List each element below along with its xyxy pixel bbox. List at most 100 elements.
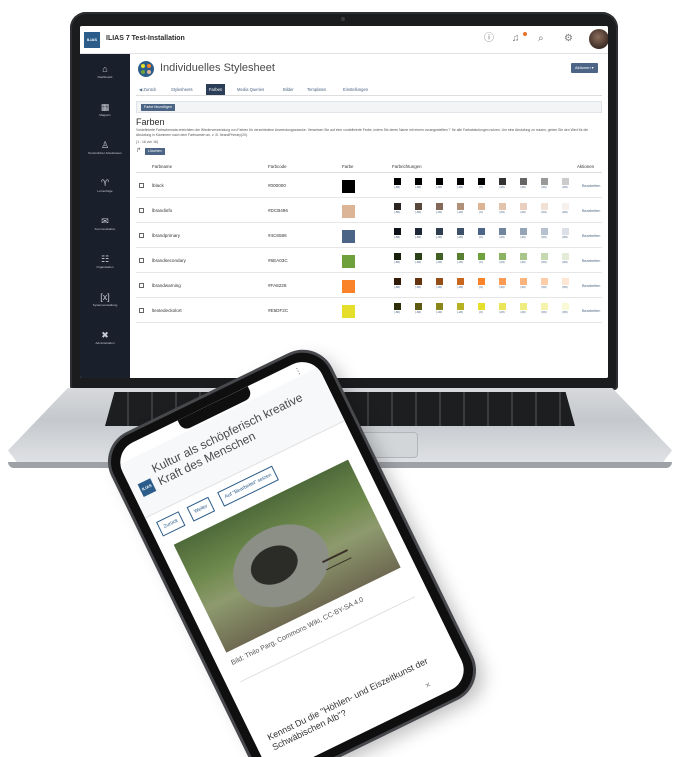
shade-label: (-80) — [393, 235, 401, 239]
shade-color — [477, 278, 485, 285]
tab-back[interactable]: ◀ Zurück — [136, 84, 159, 95]
section-description: Vordefinierte Farbschemata erleichtern d… — [136, 128, 589, 137]
shade-label: (-20) — [456, 260, 464, 264]
tab-media-queries[interactable]: Media Queries — [234, 84, 267, 95]
shade-color — [498, 178, 506, 185]
tab-settings[interactable]: Einstellungen — [340, 84, 371, 95]
edit-link[interactable]: Bearbeiten — [582, 224, 600, 248]
shade-label: (-40) — [435, 260, 443, 264]
color-swatch — [342, 230, 355, 243]
sidebar-item-achievements[interactable]: ♈ Lernerfolge — [80, 172, 130, 206]
edit-link[interactable]: Bearbeiten — [582, 174, 600, 198]
edit-link[interactable]: Bearbeiten — [582, 199, 600, 223]
edit-link[interactable]: Bearbeiten — [582, 274, 600, 298]
shade-swatch: (40) — [518, 303, 528, 315]
shade-label: (-60) — [414, 210, 422, 214]
shade-label: (0) — [479, 310, 483, 314]
shade-color — [561, 178, 569, 185]
delete-button[interactable]: Löschen — [145, 148, 165, 155]
user-tools-icon[interactable]: ⚙ — [564, 32, 573, 46]
sidebar-item-communication[interactable]: ✉ Kommunikation — [80, 210, 130, 244]
avatar[interactable] — [589, 29, 608, 49]
column-header-code[interactable]: Farbcode — [268, 161, 287, 173]
shade-swatch: (-20) — [455, 278, 465, 290]
shade-color — [414, 203, 422, 210]
shade-label: (40) — [520, 285, 526, 289]
shade-swatch: (80) — [560, 253, 570, 265]
shade-swatch: (80) — [560, 303, 570, 315]
shade-color — [540, 253, 548, 260]
sidebar-item-organisation[interactable]: ☷ Organisation — [80, 248, 130, 282]
row-checkbox[interactable] — [139, 208, 144, 213]
phone-ilias-logo[interactable]: ILIAS — [137, 478, 157, 498]
shade-swatch: (-60) — [413, 303, 423, 315]
color-code: #FA8228 — [268, 283, 287, 288]
shade-swatch: (-20) — [455, 228, 465, 240]
shade-label: (40) — [520, 185, 526, 189]
shade-label: (-60) — [414, 260, 422, 264]
edit-link[interactable]: Bearbeiten — [582, 299, 600, 323]
edit-link[interactable]: Bearbeiten — [582, 249, 600, 273]
column-header-name[interactable]: Farbname — [152, 161, 172, 173]
shade-swatch: (60) — [539, 228, 549, 240]
notification-icon[interactable]: ♫ — [512, 32, 520, 46]
shade-color — [561, 278, 569, 285]
row-checkbox[interactable] — [139, 308, 144, 313]
shade-label: (40) — [520, 310, 526, 314]
shade-label: (60) — [541, 185, 547, 189]
shade-label: (20) — [499, 260, 505, 264]
tab-templates[interactable]: Templates — [304, 84, 329, 95]
shade-color — [519, 278, 527, 285]
sidebar-item-dashboard[interactable]: ⌂ Dashboard — [80, 58, 130, 92]
section-title: Farben — [136, 117, 165, 127]
shade-swatch: (20) — [497, 228, 507, 240]
row-checkbox[interactable] — [139, 258, 144, 263]
sidebar-item-administration[interactable]: ✖ Administration — [80, 324, 130, 358]
color-name: lbrandsecondary — [152, 258, 186, 263]
shade-label: (0) — [479, 285, 483, 289]
sidebar-item-magazin[interactable]: ▦ Magazin — [80, 96, 130, 130]
shade-label: (40) — [520, 260, 526, 264]
table-row: lbrandwarning #FA8228 (-80) (-60) (-40) (-20)… — [136, 274, 602, 298]
shade-swatch: (-60) — [413, 178, 423, 190]
row-checkbox[interactable] — [139, 183, 144, 188]
help-icon[interactable]: ⓘ — [484, 32, 494, 46]
shade-label: (-60) — [414, 185, 422, 189]
row-checkbox[interactable] — [139, 283, 144, 288]
shade-swatch: (-60) — [413, 278, 423, 290]
shade-color — [540, 303, 548, 310]
shade-label: (0) — [479, 260, 483, 264]
tab-stylesheets[interactable]: Stylesheets — [168, 84, 196, 95]
shade-color — [519, 178, 527, 185]
add-color-button[interactable]: Farbe hinzufügen — [141, 104, 175, 111]
sidebar-item-label: Administration — [95, 341, 115, 345]
next-button[interactable]: Weiter — [186, 496, 216, 522]
tab-colors[interactable]: Farben — [206, 84, 226, 95]
shade-swatch: (-40) — [434, 303, 444, 315]
installation-title: ILIAS 7 Test-Installation — [106, 35, 185, 42]
close-icon[interactable]: ✕ — [424, 681, 432, 690]
shade-color — [393, 253, 401, 260]
actions-dropdown-button[interactable]: Aktionen ▾ — [571, 63, 598, 73]
row-checkbox[interactable] — [139, 233, 144, 238]
shade-color — [414, 228, 422, 235]
sidebar-item-label: Kommunikation — [94, 227, 116, 231]
shade-swatch: (60) — [539, 278, 549, 290]
sidebar-item-system-admin[interactable]: [x] Systemverwaltung — [80, 286, 130, 320]
ilias-logo[interactable]: ILIAS — [84, 32, 100, 48]
shade-color — [456, 178, 464, 185]
sidebar-item-workspace[interactable]: ♙ Persönlicher Arbeitsraum — [80, 134, 130, 168]
shade-color — [435, 303, 443, 310]
back-button[interactable]: Zurück — [156, 511, 186, 537]
tab-images[interactable]: Bilder — [280, 84, 297, 95]
shade-label: (0) — [479, 185, 483, 189]
search-icon[interactable]: ⌕ — [538, 32, 544, 46]
shade-color — [498, 203, 506, 210]
shade-color — [414, 178, 422, 185]
shade-label: (-40) — [435, 210, 443, 214]
shade-label: (60) — [541, 210, 547, 214]
table-row: lbrandprimary #4C6586 (-80) (-60) (-40) (-20)… — [136, 224, 602, 248]
shade-swatch: (-20) — [455, 178, 465, 190]
shade-swatch: (-40) — [434, 178, 444, 190]
ilias-header: ILIAS ILIAS 7 Test-Installation ⓘ ♫ ⌕ ⚙ — [80, 26, 608, 54]
